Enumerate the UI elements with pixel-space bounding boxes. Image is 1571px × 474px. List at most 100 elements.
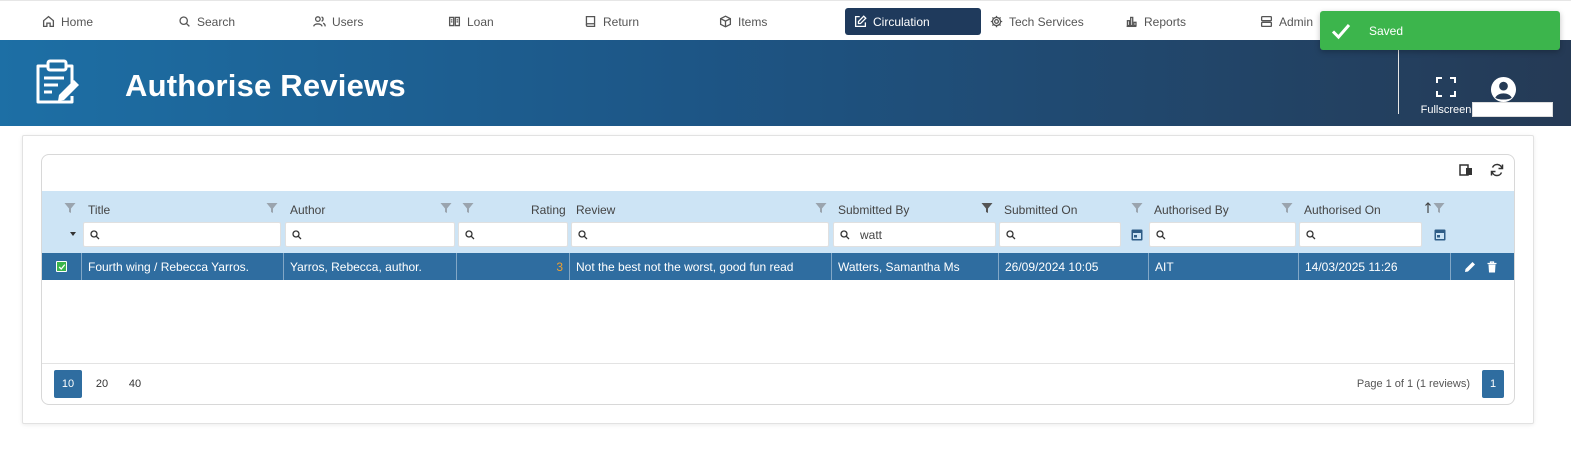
column-header-submitted-by[interactable]: Submitted By <box>838 203 909 217</box>
book-open-icon <box>448 16 461 27</box>
authorised-on-calendar-icon[interactable] <box>1434 228 1446 241</box>
select-filter-icon[interactable] <box>64 202 76 214</box>
author-filter-input[interactable] <box>285 222 455 247</box>
search-icon <box>578 229 588 239</box>
page-size-10[interactable]: 10 <box>54 370 82 398</box>
nav-home[interactable]: Home <box>34 8 101 35</box>
authorised-on-filter-icon[interactable] <box>1433 202 1445 214</box>
nav-circulation[interactable]: Circulation <box>845 8 981 35</box>
table-row[interactable]: Fourth wing / Rebecca Yarros. Yarros, Re… <box>42 253 1514 280</box>
page-size-20[interactable]: 20 <box>88 370 116 398</box>
submitted-on-filter-icon[interactable] <box>1131 202 1143 214</box>
edit-pencil-icon[interactable] <box>1464 261 1476 273</box>
column-chooser-button[interactable] <box>1456 161 1476 179</box>
search-icon <box>1006 229 1016 239</box>
nav-reports[interactable]: Reports <box>1117 8 1194 35</box>
page-number-1[interactable]: 1 <box>1482 370 1504 398</box>
review-filter-input[interactable] <box>571 222 829 247</box>
user-avatar-icon[interactable] <box>1490 76 1517 103</box>
search-icon <box>90 229 100 239</box>
check-icon <box>1331 23 1351 39</box>
banner-divider <box>1398 50 1399 114</box>
rating-filter-icon[interactable] <box>462 202 474 214</box>
column-header-title[interactable]: Title <box>88 203 110 217</box>
cell-rating: 3 <box>457 253 570 280</box>
nav-tech-services-label: Tech Services <box>1009 14 1084 29</box>
rating-filter-input[interactable] <box>458 222 568 247</box>
reviews-grid: Title Author Rating Review Submitted By <box>41 154 1515 405</box>
column-chooser-icon <box>1459 164 1472 176</box>
column-header-review[interactable]: Review <box>576 203 615 217</box>
row-actions <box>1451 253 1514 280</box>
user-name-field <box>1472 102 1553 117</box>
book-icon <box>585 15 596 28</box>
users-icon <box>313 16 326 27</box>
review-filter-icon[interactable] <box>815 202 827 214</box>
column-header-authorised-on[interactable]: Authorised On <box>1304 203 1381 217</box>
nav-admin[interactable]: Admin <box>1252 8 1321 35</box>
fullscreen-button[interactable]: Fullscreen <box>1420 76 1472 120</box>
nav-search[interactable]: Search <box>170 8 243 35</box>
search-icon <box>292 229 302 239</box>
search-icon <box>1156 229 1166 239</box>
refresh-icon <box>1490 163 1504 177</box>
submitted-by-filter-value: watt <box>860 227 883 242</box>
edit-icon <box>854 15 867 28</box>
fullscreen-icon <box>1436 77 1456 97</box>
column-header-rating[interactable]: Rating <box>531 203 566 217</box>
delete-trash-icon[interactable] <box>1486 260 1498 273</box>
nav-items[interactable]: Items <box>711 8 775 35</box>
saved-toast: Saved <box>1320 11 1560 50</box>
check-icon <box>58 263 65 270</box>
select-filter-dropdown-icon[interactable] <box>67 228 79 241</box>
nav-reports-label: Reports <box>1144 14 1187 29</box>
cell-authorised-by: AIT <box>1149 253 1299 280</box>
refresh-button[interactable] <box>1487 161 1507 179</box>
nav-return[interactable]: Return <box>576 8 647 35</box>
title-filter-input[interactable] <box>83 222 281 247</box>
fullscreen-label: Fullscreen <box>1420 104 1472 116</box>
cell-author: Yarros, Rebecca, author. <box>284 253 457 280</box>
toast-message: Saved <box>1369 23 1404 38</box>
nav-loan[interactable]: Loan <box>440 8 502 35</box>
sort-ascending-icon[interactable] <box>1424 202 1432 214</box>
nav-loan-label: Loan <box>467 14 494 29</box>
nav-users[interactable]: Users <box>305 8 371 35</box>
submitted-on-calendar-icon[interactable] <box>1131 228 1143 241</box>
nav-users-label: Users <box>332 14 364 29</box>
authorised-on-filter-input[interactable] <box>1299 222 1422 247</box>
column-header-authorised-by[interactable]: Authorised By <box>1154 203 1229 217</box>
cell-review: Not the best not the worst, good fun rea… <box>570 253 832 280</box>
search-icon <box>465 229 475 239</box>
column-header-submitted-on[interactable]: Submitted On <box>1004 203 1077 217</box>
column-header-author[interactable]: Author <box>290 203 325 217</box>
page-info: Page 1 of 1 (1 reviews) <box>1356 378 1470 390</box>
authorised-by-filter-icon[interactable] <box>1281 202 1293 214</box>
pager: 10 20 40 Page 1 of 1 (1 reviews) 1 <box>42 363 1514 404</box>
authorised-by-filter-input[interactable] <box>1149 222 1296 247</box>
nav-return-label: Return <box>603 14 640 29</box>
submitted-on-filter-input[interactable] <box>999 222 1121 247</box>
nav-tech-services[interactable]: Tech Services <box>982 8 1092 35</box>
bar-chart-icon <box>1126 16 1137 28</box>
nav-circulation-label: Circulation <box>873 14 930 29</box>
nav-home-label: Home <box>61 14 94 29</box>
search-icon <box>840 229 850 239</box>
submitted-by-filter-icon[interactable] <box>981 202 993 214</box>
nav-search-label: Search <box>197 14 236 29</box>
cell-authorised-on: 14/03/2025 11:26 <box>1299 253 1451 280</box>
page-banner: Authorise Reviews <box>0 40 1571 126</box>
author-filter-icon[interactable] <box>440 202 452 214</box>
cell-submitted-by: Watters, Samantha Ms <box>832 253 999 280</box>
page-size-40[interactable]: 40 <box>121 370 149 398</box>
server-icon <box>1260 15 1273 28</box>
nav-items-label: Items <box>738 14 768 29</box>
submitted-by-filter-input[interactable]: watt <box>833 222 996 247</box>
box-icon <box>719 15 732 28</box>
grid-header: Title Author Rating Review Submitted By <box>42 191 1514 253</box>
title-filter-icon[interactable] <box>266 202 278 214</box>
home-icon <box>42 15 55 28</box>
cell-submitted-on: 26/09/2024 10:05 <box>999 253 1149 280</box>
row-checkbox[interactable] <box>56 261 67 272</box>
row-select-cell[interactable] <box>42 253 82 280</box>
